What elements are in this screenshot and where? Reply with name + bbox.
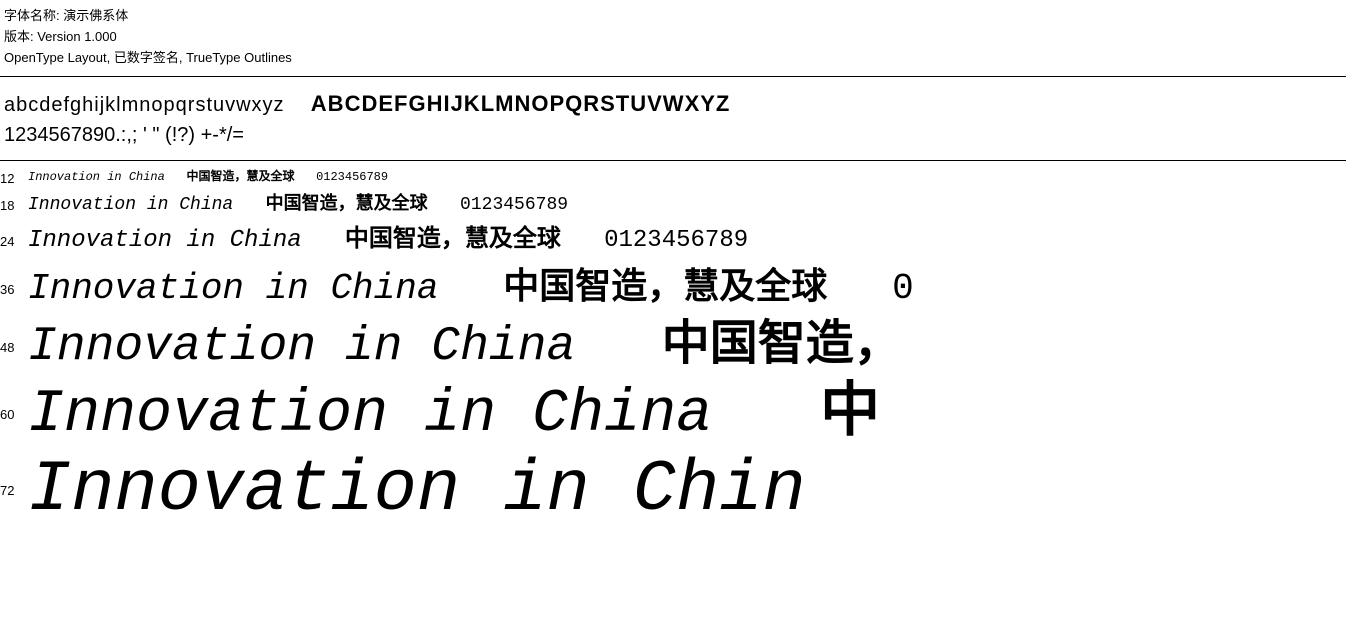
latin-text-60: Innovation in China: [28, 381, 712, 449]
numbers-row: 1234567890.:,; ' " (!?) +-*/=: [4, 120, 1342, 150]
numbers-text-24: 0123456789: [604, 227, 748, 254]
size-label-48: 48: [0, 340, 28, 355]
size-text-12: Innovation in China 中国智造，慧及全球 0123456789: [28, 167, 388, 189]
chinese-text-24: 中国智造，慧及全球: [345, 227, 561, 254]
size-text-24: Innovation in China 中国智造，慧及全球 0123456789: [28, 221, 748, 262]
alphabet-row: abcdefghijklmnopqrstuvwxyz ABCDEFGHIJKLM…: [4, 87, 1342, 120]
top-divider: [0, 76, 1346, 77]
size-label-72: 72: [0, 483, 28, 498]
sizes-section: 12 Innovation in China 中国智造，慧及全球 0123456…: [0, 165, 1346, 531]
size-label-36: 36: [0, 282, 28, 297]
bottom-divider: [0, 160, 1346, 161]
version-label: 版本: Version 1.000: [4, 27, 1342, 48]
latin-text-72: Innovation in Chin: [28, 451, 806, 530]
latin-text-12: Innovation in China: [28, 170, 165, 184]
size-row-12: 12 Innovation in China 中国智造，慧及全球 0123456…: [0, 167, 1346, 189]
latin-text-48: Innovation in China: [28, 320, 575, 374]
latin-text-36: Innovation in China: [28, 268, 438, 309]
chinese-text-18: 中国智造，慧及全球: [266, 195, 428, 215]
size-label-18: 18: [0, 198, 28, 213]
numbers-text-36: 0: [892, 268, 914, 309]
font-name-label: 字体名称: 演示佛系体: [4, 6, 1342, 27]
size-text-60: Innovation in China 中: [28, 379, 880, 451]
size-label-60: 60: [0, 407, 28, 422]
size-text-36: Innovation in China 中国智造，慧及全球 0: [28, 262, 914, 316]
size-row-60: 60 Innovation in China 中: [0, 379, 1346, 451]
size-row-48: 48 Innovation in China 中国智造，: [0, 316, 1346, 378]
chinese-text-60: 中: [820, 381, 880, 449]
numbers-text-18: 0123456789: [460, 195, 568, 215]
size-text-48: Innovation in China 中国智造，: [28, 316, 902, 378]
size-row-18: 18 Innovation in China 中国智造，慧及全球 0123456…: [0, 189, 1346, 221]
alphabet-section: abcdefghijklmnopqrstuvwxyz ABCDEFGHIJKLM…: [0, 81, 1346, 156]
chinese-text-12: 中国智造，慧及全球: [186, 170, 294, 184]
latin-text-18: Innovation in China: [28, 195, 233, 215]
size-text-18: Innovation in China 中国智造，慧及全球 0123456789: [28, 189, 568, 221]
size-row-24: 24 Innovation in China 中国智造，慧及全球 0123456…: [0, 221, 1346, 262]
numbers-symbols: 1234567890.:,; ' " (!?) +-*/=: [4, 124, 244, 146]
size-label-24: 24: [0, 234, 28, 249]
size-label-12: 12: [0, 171, 28, 186]
uppercase-letters: ABCDEFGHIJKLMNOPQRSTUVWXYZ: [311, 91, 731, 116]
opentype-label: OpenType Layout, 已数字签名, TrueType Outline…: [4, 48, 1342, 69]
chinese-text-48: 中国智造，: [662, 320, 902, 374]
size-row-72: 72 Innovation in Chin: [0, 451, 1346, 530]
numbers-text-12: 0123456789: [316, 170, 388, 184]
font-info-section: 字体名称: 演示佛系体 版本: Version 1.000 OpenType L…: [0, 0, 1346, 72]
chinese-text-36: 中国智造，慧及全球: [503, 268, 827, 309]
latin-text-24: Innovation in China: [28, 227, 302, 254]
lowercase-letters: abcdefghijklmnopqrstuvwxyz: [4, 94, 285, 116]
size-text-72: Innovation in Chin: [28, 451, 806, 530]
size-row-36: 36 Innovation in China 中国智造，慧及全球 0: [0, 262, 1346, 316]
